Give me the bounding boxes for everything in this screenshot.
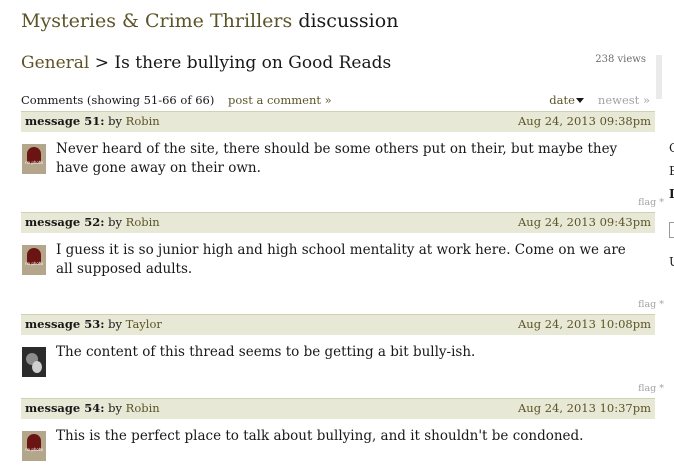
title-suffix: discussion	[298, 10, 399, 32]
message-body: no photo I guess it is so junior high an…	[21, 233, 655, 279]
chevron-down-icon[interactable]	[575, 98, 584, 103]
sidebar-fragment: C	[669, 141, 674, 155]
message-body: no photo This is the perfect place to ta…	[21, 419, 655, 461]
message-number[interactable]: message 53:	[21, 317, 105, 331]
message-item: message 51: by Robin Aug 24, 2013 09:38p…	[21, 111, 655, 178]
avatar-caption: no photo	[25, 261, 43, 266]
page-title: Mysteries & Crime Thrillers discussion	[21, 10, 398, 32]
message-author-link[interactable]: Taylor	[126, 317, 162, 331]
post-comment-link[interactable]: post a comment »	[228, 93, 332, 107]
message-header: message 52: by Robin Aug 24, 2013 09:43p…	[21, 212, 655, 233]
message-by: by	[108, 114, 123, 128]
message-by: by	[108, 401, 123, 415]
message-timestamp-link[interactable]: Aug 24, 2013 09:43pm	[518, 213, 651, 232]
flag-link[interactable]: flag *	[638, 197, 664, 208]
breadcrumb: General > Is there bullying on Good Read…	[21, 53, 391, 73]
breadcrumb-section-link[interactable]: General	[21, 53, 89, 73]
message-timestamp-link[interactable]: Aug 24, 2013 10:08pm	[518, 315, 651, 334]
avatar-photo	[32, 361, 42, 373]
message-text: The content of this thread seems to be g…	[56, 344, 476, 360]
message-author-link[interactable]: Robin	[126, 215, 160, 229]
flag-link[interactable]: flag *	[638, 299, 664, 310]
message-text: I guess it is so junior high and high sc…	[56, 242, 626, 277]
message-timestamp-link[interactable]: Aug 24, 2013 09:38pm	[518, 112, 651, 131]
message-number[interactable]: message 54:	[21, 401, 105, 415]
flag-link[interactable]: flag *	[638, 383, 664, 394]
sort-date-link[interactable]: date	[549, 93, 575, 107]
message-header: message 54: by Robin Aug 24, 2013 10:37p…	[21, 398, 655, 419]
message-by: by	[108, 317, 123, 331]
sort-newest-link[interactable]: newest »	[598, 93, 650, 107]
message-timestamp-link[interactable]: Aug 24, 2013 10:37pm	[518, 399, 651, 418]
message-item: message 52: by Robin Aug 24, 2013 09:43p…	[21, 212, 655, 279]
avatar-caption: no photo	[25, 447, 43, 452]
message-body: The content of this thread seems to be g…	[21, 335, 655, 377]
sidebar-fragment: D	[669, 187, 674, 201]
topic-title: Is there bullying on Good Reads	[114, 53, 392, 73]
message-header: message 51: by Robin Aug 24, 2013 09:38p…	[21, 111, 655, 132]
message-body: no photo Never heard of the site, there …	[21, 132, 655, 178]
group-link[interactable]: Mysteries & Crime Thrillers	[21, 10, 292, 32]
message-item: message 54: by Robin Aug 24, 2013 10:37p…	[21, 398, 655, 461]
sidebar-input[interactable]	[669, 222, 674, 238]
message-text: This is the perfect place to talk about …	[56, 428, 584, 444]
avatar[interactable]: no photo	[22, 144, 46, 174]
message-author-link[interactable]: Robin	[126, 401, 160, 415]
sort-controls: date newest »	[549, 93, 650, 107]
view-count: 238 views	[595, 54, 646, 65]
comments-toolbar: Comments (showing 51-66 of 66) post a co…	[21, 93, 650, 107]
scrollbar-track[interactable]	[656, 55, 662, 99]
sidebar-fragment: U	[669, 255, 674, 269]
message-item: message 53: by Taylor Aug 24, 2013 10:08…	[21, 314, 655, 377]
message-text: Never heard of the site, there should be…	[56, 141, 618, 176]
message-number[interactable]: message 52:	[21, 215, 105, 229]
avatar[interactable]	[22, 347, 46, 377]
message-author-link[interactable]: Robin	[126, 114, 160, 128]
discussion-page: Mysteries & Crime Thrillers discussion G…	[0, 0, 674, 470]
message-by: by	[108, 215, 123, 229]
avatar[interactable]: no photo	[22, 431, 46, 461]
message-number[interactable]: message 51:	[21, 114, 105, 128]
comments-summary: Comments (showing 51-66 of 66)	[21, 93, 215, 107]
breadcrumb-separator: >	[94, 53, 110, 73]
avatar[interactable]: no photo	[22, 245, 46, 275]
avatar-caption: no photo	[25, 160, 43, 165]
message-header: message 53: by Taylor Aug 24, 2013 10:08…	[21, 314, 655, 335]
sidebar-fragment: E	[669, 164, 674, 178]
